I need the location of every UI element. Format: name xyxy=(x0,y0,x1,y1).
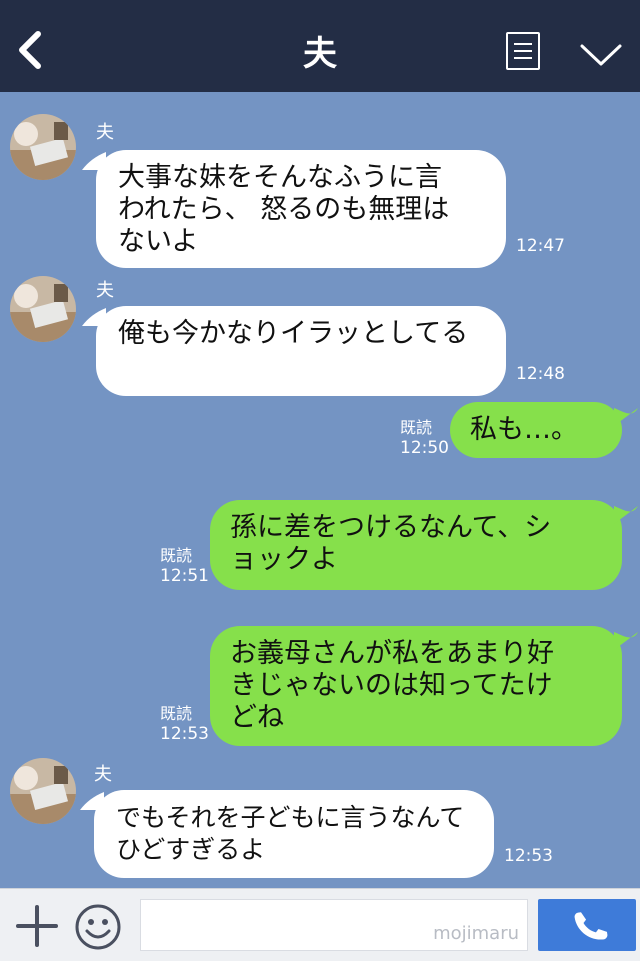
menu-icon[interactable] xyxy=(506,32,540,70)
bubble-tail xyxy=(614,506,638,524)
input-bar: mojimaru xyxy=(0,888,640,961)
avatar[interactable] xyxy=(10,758,76,824)
plus-icon[interactable] xyxy=(16,905,58,947)
timestamp: 12:47 xyxy=(516,236,565,256)
sender-name: 夫 xyxy=(96,280,114,301)
timestamp: 12:48 xyxy=(516,364,565,384)
message-line: われたら、 怒るのも無理は xyxy=(118,194,450,225)
message-line: 私も…。 xyxy=(470,414,578,445)
read-receipt: 既読 12:51 xyxy=(160,546,209,586)
message-line: どね xyxy=(230,702,284,733)
avatar[interactable] xyxy=(10,276,76,342)
avatar[interactable] xyxy=(10,114,76,180)
message-input[interactable]: mojimaru xyxy=(140,899,528,951)
read-receipt: 既読 12:50 xyxy=(400,418,449,458)
message-bubble[interactable]: 大事な妹をそんなふうに言 われたら、 怒るのも無理は ないよ xyxy=(96,150,506,268)
message-line: ひどすぎるよ xyxy=(116,835,266,864)
chat-title: 夫 xyxy=(303,34,337,74)
read-receipt: 既読 12:53 xyxy=(160,704,209,744)
bubble-tail xyxy=(614,632,638,650)
sender-name: 夫 xyxy=(94,764,112,785)
message-line: 大事な妹をそんなふうに言 xyxy=(118,162,442,193)
message-line: きじゃないのは知ってたけ xyxy=(230,670,553,701)
message-bubble[interactable]: でもそれを子どもに言うなんて ひどすぎるよ xyxy=(94,790,494,878)
message-line: でもそれを子どもに言うなんて xyxy=(116,803,465,832)
chat-header: 夫 xyxy=(0,0,640,92)
message-line: 俺も今かなりイラッとしてる xyxy=(118,318,469,349)
bubble-tail xyxy=(614,408,638,426)
smiley-icon[interactable] xyxy=(74,903,122,951)
message-bubble[interactable]: 私も…。 xyxy=(450,402,622,458)
message-bubble[interactable]: 孫に差をつけるなんて、シ ョックよ xyxy=(210,500,622,590)
chevron-down-icon[interactable] xyxy=(578,40,624,68)
phone-icon xyxy=(574,912,608,940)
call-button[interactable] xyxy=(538,899,636,951)
watermark: mojimaru xyxy=(433,923,519,944)
timestamp: 12:53 xyxy=(504,846,553,866)
message-line: ョックよ xyxy=(230,544,338,575)
message-line: 孫に差をつけるなんて、シ xyxy=(230,512,552,543)
message-line: お義母さんが私をあまり好 xyxy=(230,638,554,669)
message-bubble[interactable]: 俺も今かなりイラッとしてる xyxy=(96,306,506,396)
sender-name: 夫 xyxy=(96,122,114,143)
message-list[interactable]: 夫 大事な妹をそんなふうに言 われたら、 怒るのも無理は ないよ 12:47 夫… xyxy=(0,92,640,888)
message-bubble[interactable]: お義母さんが私をあまり好 きじゃないのは知ってたけ どね xyxy=(210,626,622,746)
message-line: ないよ xyxy=(118,226,199,257)
